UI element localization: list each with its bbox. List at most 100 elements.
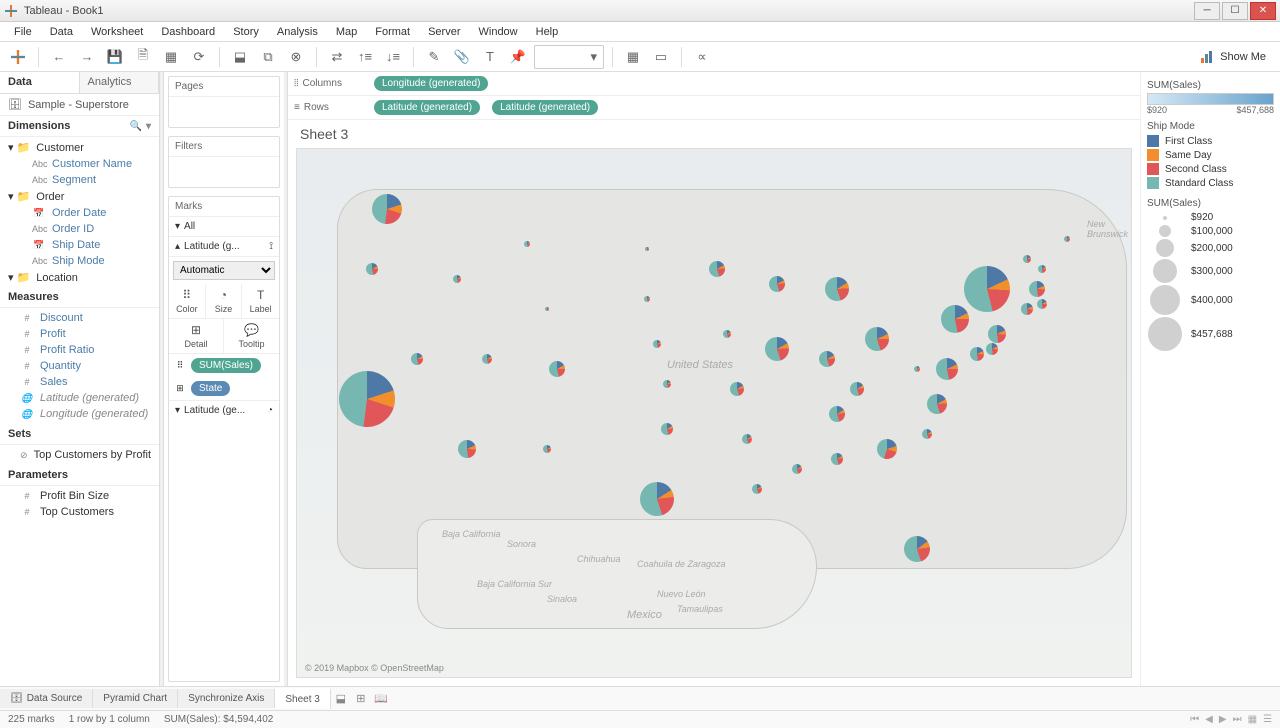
legend-item[interactable]: First Class [1147,134,1274,148]
map-pie-mark[interactable] [877,439,897,459]
sheet-title[interactable]: Sheet 3 [288,120,1140,148]
new-datasource-button[interactable]: 🗎 [131,45,155,69]
fit-dropdown[interactable]: ▾ [534,45,604,69]
map-pie-mark[interactable] [545,307,549,311]
tab-pyramid[interactable]: Pyramid Chart [93,689,178,708]
maximize-button[interactable]: ☐ [1222,2,1248,20]
label-button[interactable]: T [478,45,502,69]
map-pie-mark[interactable] [411,353,423,365]
tooltip-shelf[interactable]: 💬Tooltip [224,319,279,353]
map-pie-mark[interactable] [645,247,649,251]
map-pie-mark[interactable] [914,366,920,372]
menu-dashboard[interactable]: Dashboard [153,24,223,40]
tab-datasource[interactable]: 🗄Data Source [0,689,93,708]
map-pie-mark[interactable] [829,406,845,422]
menu-story[interactable]: Story [225,24,267,40]
marks-layer2-row[interactable]: ▾Latitude (ge...◔ [169,400,279,420]
sort-asc-button[interactable]: ↑≡ [353,45,377,69]
pin-button[interactable]: 📌 [506,45,530,69]
set-item[interactable]: ⊘Top Customers by Profit [0,447,159,463]
field-order-date[interactable]: 📅Order Date [0,205,159,221]
sort-desc-button[interactable]: ↓≡ [381,45,405,69]
new-worksheet-button[interactable]: ⬓ [228,45,252,69]
map-pie-mark[interactable] [1021,303,1033,315]
map-pie-mark[interactable] [1029,281,1045,297]
menu-map[interactable]: Map [328,24,365,40]
parameter-item[interactable]: #Top Customers [0,504,159,520]
map-pie-mark[interactable] [825,277,849,301]
pill-longitude[interactable]: Longitude (generated) [374,76,488,91]
map-pie-mark[interactable] [927,394,947,414]
map-pie-mark[interactable] [339,371,395,427]
parameter-item[interactable]: #Profit Bin Size [0,488,159,504]
menu-data[interactable]: Data [42,24,81,40]
legend-item[interactable]: Same Day [1147,148,1274,162]
menu-icon[interactable]: ▾ [146,121,151,132]
folder-location[interactable]: ▾ 📁 Location [0,269,159,286]
map-pie-mark[interactable] [458,440,476,458]
map-pie-mark[interactable] [752,484,762,494]
save-button[interactable]: 💾 [103,45,127,69]
mark-type-select[interactable]: Automatic [173,261,275,280]
field-ship-mode[interactable]: AbcShip Mode [0,253,159,269]
measure-quantity[interactable]: #Quantity [0,358,159,374]
field-ship-date[interactable]: 📅Ship Date [0,237,159,253]
menu-worksheet[interactable]: Worksheet [83,24,151,40]
share-button[interactable]: ∝ [690,45,714,69]
map-pie-mark[interactable] [1037,299,1047,309]
menu-analysis[interactable]: Analysis [269,24,326,40]
new-sheet-button[interactable]: ⬓ [331,692,351,705]
measure-longitude-generated-[interactable]: 🌐Longitude (generated) [0,406,159,422]
detail-shelf[interactable]: ⊞Detail [169,319,224,353]
filters-shelf[interactable]: Filters [168,136,280,188]
map-pie-mark[interactable] [865,327,889,351]
map-pie-mark[interactable] [661,423,673,435]
map-pie-mark[interactable] [644,296,650,302]
menu-format[interactable]: Format [367,24,418,40]
map-pie-mark[interactable] [941,305,969,333]
map-pie-mark[interactable] [769,276,785,292]
menu-file[interactable]: File [6,24,40,40]
map-pie-mark[interactable] [372,194,402,224]
map-pie-mark[interactable] [1064,236,1070,242]
field-segment[interactable]: AbcSegment [0,172,159,188]
duplicate-button[interactable]: ⧉ [256,45,280,69]
map-pie-mark[interactable] [792,464,802,474]
map-pie-mark[interactable] [640,482,674,516]
pill-state[interactable]: State [191,381,230,396]
map-pie-mark[interactable] [366,263,378,275]
measure-profit-ratio[interactable]: #Profit Ratio [0,342,159,358]
tab-sheet3[interactable]: Sheet 3 [275,688,330,709]
map-pie-mark[interactable] [549,361,565,377]
map-pie-mark[interactable] [709,261,725,277]
map-pie-mark[interactable] [453,275,461,283]
undo-button[interactable]: ← [47,45,71,69]
map-pie-mark[interactable] [964,266,1010,312]
map-pie-mark[interactable] [482,354,492,364]
legend-item[interactable]: Standard Class [1147,176,1274,190]
field-order-id[interactable]: AbcOrder ID [0,221,159,237]
measure-sales[interactable]: #Sales [0,374,159,390]
show-me-button[interactable]: Show Me [1192,50,1274,64]
map-pie-mark[interactable] [723,330,731,338]
new-dashboard-button[interactable]: ⊞ [351,692,371,705]
measure-discount[interactable]: #Discount [0,310,159,326]
tab-data[interactable]: Data [0,72,80,93]
map-visualization[interactable]: United StatesMexicoNew BrunswickBaja Cal… [296,148,1132,678]
measure-latitude-generated-[interactable]: 🌐Latitude (generated) [0,390,159,406]
legend-item[interactable]: Second Class [1147,162,1274,176]
label-shelf[interactable]: TLabel [242,284,279,318]
map-pie-mark[interactable] [922,429,932,439]
size-shelf[interactable]: ◔Size [206,284,243,318]
marks-all-row[interactable]: ▾All [169,217,279,237]
new-story-button[interactable]: 📖 [371,692,391,705]
tableau-icon[interactable] [6,45,30,69]
map-pie-mark[interactable] [988,325,1006,343]
minimize-button[interactable]: ─ [1194,2,1220,20]
cards-button[interactable]: ▦ [621,45,645,69]
redo-button[interactable]: → [75,45,99,69]
color-legend-bar[interactable] [1147,93,1274,105]
search-icon[interactable]: 🔍 [130,121,142,132]
map-pie-mark[interactable] [1038,265,1046,273]
tab-analytics[interactable]: Analytics [80,72,160,93]
